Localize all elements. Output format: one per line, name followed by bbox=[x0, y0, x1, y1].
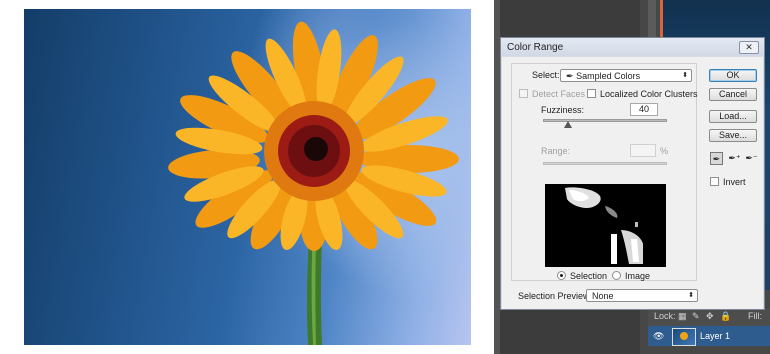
fuzziness-slider[interactable] bbox=[543, 119, 667, 122]
dialog-titlebar[interactable]: Color Range ✕ bbox=[501, 38, 764, 56]
selection-preview-label: Selection Preview: bbox=[518, 291, 593, 301]
selection-preview-dropdown[interactable]: None ⬍ bbox=[586, 289, 698, 302]
fuzziness-input[interactable]: 40 bbox=[630, 103, 658, 116]
range-label: Range: bbox=[541, 146, 571, 156]
layers-lock-bar: Lock: ▦ ✎ ✥ 🔒 Fill: bbox=[648, 308, 770, 326]
options-group: Select: ✒ Sampled Colors ⬍ Detect Faces … bbox=[511, 63, 698, 281]
eye-icon[interactable]: 👁 bbox=[653, 331, 664, 342]
fill-label: Fill: bbox=[748, 311, 762, 321]
dialog-body: Select: ✒ Sampled Colors ⬍ Detect Faces … bbox=[502, 57, 763, 309]
close-button[interactable]: ✕ bbox=[739, 41, 759, 54]
selection-radio-label: Selection bbox=[570, 271, 608, 281]
eyedropper-small-icon: ✒ bbox=[566, 71, 574, 81]
gerbera-flower-image bbox=[168, 21, 459, 345]
layer-row[interactable]: 👁 Layer 1 bbox=[648, 326, 770, 346]
localized-clusters-checkbox[interactable] bbox=[587, 89, 596, 98]
range-unit: % bbox=[660, 146, 669, 156]
localized-clusters-label: Localized Color Clusters bbox=[600, 89, 698, 99]
load-button[interactable]: Load... bbox=[709, 110, 757, 123]
lock-paint-icon[interactable]: ✎ bbox=[692, 311, 700, 322]
fuzziness-slider-handle[interactable] bbox=[564, 121, 572, 128]
selection-radio[interactable] bbox=[557, 271, 566, 280]
select-value: Sampled Colors bbox=[576, 71, 641, 81]
lock-move-icon[interactable]: ✥ bbox=[706, 311, 714, 322]
selection-preview-value: None bbox=[592, 291, 614, 301]
color-range-dialog: Color Range ✕ Select: ✒ Sampled Colors ⬍… bbox=[500, 37, 765, 310]
eyedropper-plus-icon[interactable]: ✒⁺ bbox=[728, 152, 741, 165]
eyedropper-icon[interactable]: ✒ bbox=[710, 152, 723, 165]
lock-transparent-icon[interactable]: ▦ bbox=[678, 311, 687, 322]
lock-icon[interactable]: 🔒 bbox=[720, 311, 731, 322]
dialog-title: Color Range bbox=[507, 42, 564, 53]
layer-row-2[interactable] bbox=[648, 346, 770, 354]
range-input[interactable] bbox=[630, 144, 656, 157]
lock-label: Lock: bbox=[654, 311, 676, 321]
select-dropdown[interactable]: ✒ Sampled Colors ⬍ bbox=[560, 69, 692, 82]
range-slider[interactable] bbox=[543, 162, 667, 165]
eyedropper-minus-icon[interactable]: ✒⁻ bbox=[745, 152, 758, 165]
image-radio[interactable] bbox=[612, 271, 621, 280]
invert-label: Invert bbox=[723, 177, 746, 187]
detect-faces-checkbox[interactable] bbox=[519, 89, 528, 98]
invert-checkbox[interactable] bbox=[710, 177, 719, 186]
selection-preview-image[interactable] bbox=[545, 184, 666, 267]
detect-faces-label: Detect Faces bbox=[532, 89, 586, 99]
cancel-button[interactable]: Cancel bbox=[709, 88, 757, 101]
chevron-updown-icon: ⬍ bbox=[682, 72, 688, 79]
layer-thumbnail bbox=[672, 328, 696, 346]
chevron-updown-icon: ⬍ bbox=[688, 292, 694, 299]
fuzziness-label: Fuzziness: bbox=[541, 105, 585, 115]
save-button[interactable]: Save... bbox=[709, 129, 757, 142]
layer-name: Layer 1 bbox=[700, 331, 731, 341]
image-radio-label: Image bbox=[625, 271, 651, 281]
select-label: Select: bbox=[532, 70, 560, 80]
ok-button[interactable]: OK bbox=[709, 69, 757, 82]
flower-photo[interactable] bbox=[24, 9, 471, 345]
